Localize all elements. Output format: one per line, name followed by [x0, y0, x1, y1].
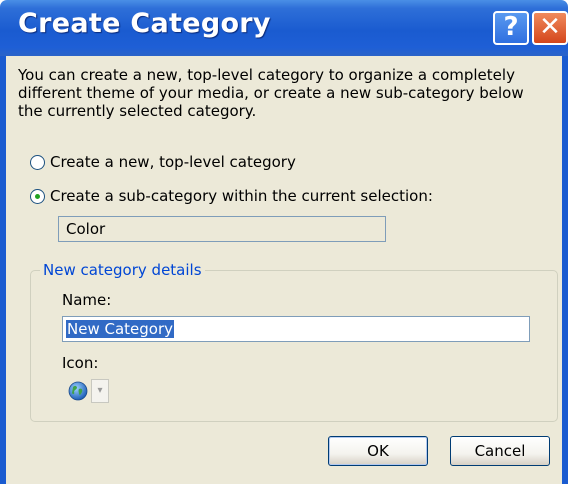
window-border-right	[562, 56, 568, 484]
option-top-level-label[interactable]: Create a new, top-level category	[50, 153, 296, 171]
cancel-button[interactable]: Cancel	[450, 436, 550, 466]
chevron-down-icon[interactable]: ▾	[91, 379, 109, 403]
ok-button[interactable]: OK	[328, 436, 428, 466]
close-button[interactable]: ✕	[532, 11, 568, 45]
name-input[interactable]: New Category	[62, 316, 530, 342]
option-sub-category[interactable]: Create a sub-category within the current…	[30, 186, 433, 206]
option-sub-category-label[interactable]: Create a sub-category within the current…	[50, 187, 433, 205]
category-details-legend: New category details	[40, 261, 205, 279]
name-label: Name:	[62, 291, 112, 309]
current-selection-field: Color	[58, 216, 386, 242]
name-input-value[interactable]: New Category	[66, 320, 175, 338]
description-text: You can create a new, top-level category…	[18, 66, 524, 120]
radio-top-level[interactable]	[30, 154, 45, 170]
option-top-level[interactable]: Create a new, top-level category	[30, 152, 296, 172]
globe-icon[interactable]	[67, 380, 89, 402]
icon-label: Icon:	[62, 354, 99, 372]
help-button[interactable]: ?	[493, 11, 529, 45]
icon-picker[interactable]: ▾	[64, 376, 110, 406]
radio-sub-category[interactable]	[30, 188, 45, 204]
dialog-title: Create Category	[18, 8, 271, 39]
dialog-body: You can create a new, top-level category…	[6, 56, 562, 484]
title-bar[interactable]: Create Category ? ✕	[0, 0, 568, 56]
create-category-dialog: Create Category ? ✕ You can create a new…	[0, 0, 568, 484]
